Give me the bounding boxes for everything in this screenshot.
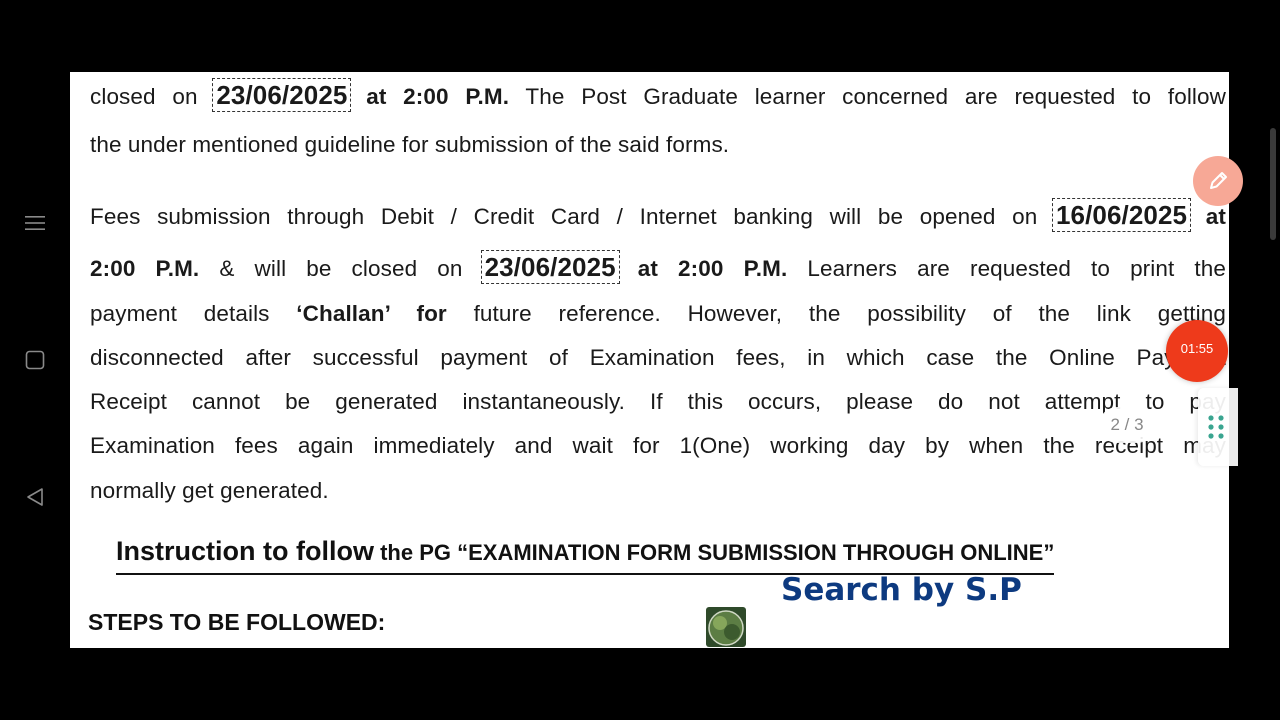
date-opening: 16/06/2025 — [1051, 198, 1192, 232]
para2-line7: normally get generated. — [90, 478, 329, 504]
text: disconnected after successful payment of… — [90, 345, 1226, 370]
para1-line1: closed on 23/06/2025 at 2:00 P.M. The Po… — [90, 78, 1226, 112]
heading-small: the PG “EXAMINATION FORM SUBMISSION THRO… — [373, 540, 1055, 565]
challan-text: ‘Challan’ for — [296, 301, 447, 326]
document-page[interactable]: closed on 23/06/2025 at 2:00 P.M. The Po… — [70, 72, 1229, 648]
text: Learners are requested to print the — [807, 256, 1226, 281]
avatar[interactable] — [706, 607, 746, 647]
date-closing-2: 23/06/2025 — [480, 250, 620, 284]
text: closed on — [90, 84, 198, 109]
text: Examination fees again immediately and w… — [90, 433, 1226, 458]
pencil-icon — [1205, 168, 1231, 199]
time-text: at 2:00 P.M. — [637, 256, 788, 281]
text: The Post Graduate learner concerned are … — [525, 84, 1226, 109]
text: at — [1205, 204, 1226, 229]
date-closing-1: 23/06/2025 — [212, 78, 352, 112]
time-text: 2:00 P.M. — [90, 256, 200, 281]
steps-label: STEPS TO BE FOLLOWED: — [88, 609, 386, 635]
menu-icon[interactable] — [24, 212, 46, 234]
para2-line2: 2:00 P.M. & will be closed on 23/06/2025… — [90, 250, 1226, 284]
text: normally get generated. — [90, 478, 329, 503]
grid-dots-icon — [1207, 414, 1227, 445]
floating-toolbar-handle[interactable] — [1198, 388, 1238, 466]
instruction-heading: Instruction to follow the PG “EXAMINATIO… — [116, 534, 1055, 575]
para2-line4: disconnected after successful payment of… — [90, 345, 1226, 371]
text: future reference. However, the possibili… — [473, 301, 1226, 326]
para2-line1: Fees submission through Debit / Credit C… — [90, 198, 1226, 232]
scroll-indicator[interactable] — [1270, 128, 1276, 240]
para1-line2: the under mentioned guideline for submis… — [90, 132, 729, 158]
page-indicator: 2 / 3 — [1099, 407, 1155, 443]
text: payment details — [90, 301, 270, 326]
watermark-text: Search by S.P — [781, 572, 1022, 608]
square-icon[interactable] — [24, 349, 46, 371]
text: Receipt cannot be generated instantaneou… — [90, 389, 1226, 414]
para2-line5: Receipt cannot be generated instantaneou… — [90, 389, 1226, 415]
para2-line3: payment details ‘Challan’ for future ref… — [90, 301, 1226, 327]
para2-line6: Examination fees again immediately and w… — [90, 433, 1226, 459]
screen: closed on 23/06/2025 at 2:00 P.M. The Po… — [0, 0, 1280, 720]
text: Fees submission through Debit / Credit C… — [90, 204, 1038, 229]
edit-button[interactable] — [1193, 156, 1243, 206]
text: the under mentioned guideline for submis… — [90, 132, 730, 157]
text: & will be closed on — [219, 256, 463, 281]
recording-timer[interactable]: 01:55 — [1166, 320, 1228, 382]
time-text: at 2:00 P.M. — [366, 84, 510, 109]
back-triangle-icon[interactable] — [24, 486, 46, 508]
heading-big: Instruction to follow — [116, 536, 374, 566]
